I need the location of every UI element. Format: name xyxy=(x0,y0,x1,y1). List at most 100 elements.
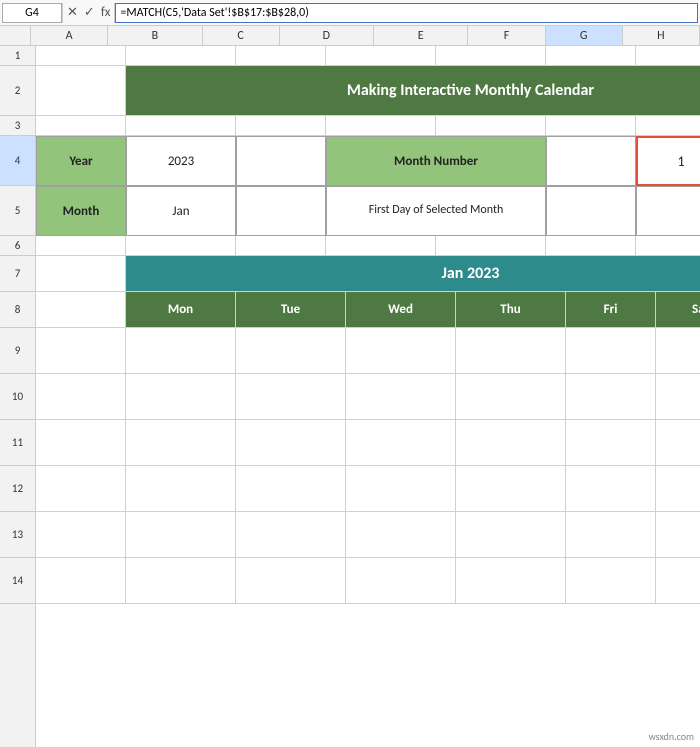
cal-cell-11-6[interactable] xyxy=(656,420,700,466)
cell-a14[interactable] xyxy=(36,558,126,604)
row-header-12[interactable]: 12 xyxy=(0,466,35,512)
cell-g6[interactable] xyxy=(636,236,700,256)
cell-e3[interactable] xyxy=(436,116,546,136)
row-header-5[interactable]: 5 xyxy=(0,186,35,236)
cal-cell-14-5[interactable] xyxy=(566,558,656,604)
cell-a8[interactable] xyxy=(36,292,126,328)
cal-cell-12-4[interactable] xyxy=(456,466,566,512)
col-header-f[interactable]: F xyxy=(468,26,545,45)
cal-cell-9-5[interactable] xyxy=(566,328,656,374)
function-icon[interactable]: fx xyxy=(101,5,111,20)
month-value-cell[interactable]: Jan xyxy=(126,186,236,236)
cal-cell-9-6[interactable] xyxy=(656,328,700,374)
col-header-b[interactable]: B xyxy=(108,26,202,45)
cell-f4[interactable] xyxy=(546,136,636,186)
cell-a1[interactable] xyxy=(36,46,126,66)
cal-cell-11-2[interactable] xyxy=(236,420,346,466)
cal-cell-14-6[interactable] xyxy=(656,558,700,604)
month-number-value-cell[interactable]: 1 ◄ xyxy=(636,136,700,186)
row-header-4[interactable]: 4 xyxy=(0,136,35,186)
cal-cell-13-5[interactable] xyxy=(566,512,656,558)
cell-a10[interactable] xyxy=(36,374,126,420)
cell-d3[interactable] xyxy=(326,116,436,136)
row-header-11[interactable]: 11 xyxy=(0,420,35,466)
cal-cell-10-3[interactable] xyxy=(346,374,456,420)
cal-cell-9-2[interactable] xyxy=(236,328,346,374)
cell-d1[interactable] xyxy=(326,46,436,66)
row-header-6[interactable]: 6 xyxy=(0,236,35,256)
cell-a6[interactable] xyxy=(36,236,126,256)
cell-c3[interactable] xyxy=(236,116,326,136)
cell-f3[interactable] xyxy=(546,116,636,136)
confirm-icon[interactable]: ✓ xyxy=(84,5,95,20)
cell-a3[interactable] xyxy=(36,116,126,136)
cell-a7[interactable] xyxy=(36,256,126,292)
cell-a2[interactable] xyxy=(36,66,126,116)
cell-g5[interactable] xyxy=(636,186,700,236)
cal-cell-11-1[interactable] xyxy=(126,420,236,466)
formula-input[interactable] xyxy=(115,3,698,23)
cell-g1[interactable] xyxy=(636,46,700,66)
cal-cell-13-1[interactable] xyxy=(126,512,236,558)
row-header-8[interactable]: 8 xyxy=(0,292,35,328)
cell-a13[interactable] xyxy=(36,512,126,558)
year-value-cell[interactable]: 2023 xyxy=(126,136,236,186)
cal-cell-11-4[interactable] xyxy=(456,420,566,466)
row-header-9[interactable]: 9 xyxy=(0,328,35,374)
cell-a11[interactable] xyxy=(36,420,126,466)
cal-cell-10-2[interactable] xyxy=(236,374,346,420)
cell-c6[interactable] xyxy=(236,236,326,256)
row-header-14[interactable]: 14 xyxy=(0,558,35,604)
cal-cell-12-3[interactable] xyxy=(346,466,456,512)
row-header-1[interactable]: 1 xyxy=(0,46,35,66)
row-header-13[interactable]: 13 xyxy=(0,512,35,558)
cal-cell-12-6[interactable] xyxy=(656,466,700,512)
cal-cell-13-6[interactable] xyxy=(656,512,700,558)
cal-cell-14-3[interactable] xyxy=(346,558,456,604)
cell-reference-box[interactable]: G4 xyxy=(2,3,62,23)
cell-b1[interactable] xyxy=(126,46,236,66)
col-header-g[interactable]: G xyxy=(546,26,623,45)
cell-c1[interactable] xyxy=(236,46,326,66)
row-header-3[interactable]: 3 xyxy=(0,116,35,136)
cal-cell-9-1[interactable] xyxy=(126,328,236,374)
cell-a12[interactable] xyxy=(36,466,126,512)
cell-e6[interactable] xyxy=(436,236,546,256)
cal-cell-10-5[interactable] xyxy=(566,374,656,420)
cell-b3[interactable] xyxy=(126,116,236,136)
row-header-10[interactable]: 10 xyxy=(0,374,35,420)
col-header-c[interactable]: C xyxy=(203,26,280,45)
cell-g3[interactable] xyxy=(636,116,700,136)
cal-cell-10-4[interactable] xyxy=(456,374,566,420)
cancel-icon[interactable]: ✕ xyxy=(67,5,78,20)
col-header-a[interactable]: A xyxy=(31,26,108,45)
cal-cell-9-3[interactable] xyxy=(346,328,456,374)
cal-cell-10-6[interactable] xyxy=(656,374,700,420)
cell-f1[interactable] xyxy=(546,46,636,66)
cell-e1[interactable] xyxy=(436,46,546,66)
cal-cell-11-5[interactable] xyxy=(566,420,656,466)
cell-a9[interactable] xyxy=(36,328,126,374)
cal-cell-9-4[interactable] xyxy=(456,328,566,374)
cell-c4[interactable] xyxy=(236,136,326,186)
col-header-d[interactable]: D xyxy=(280,26,374,45)
cal-cell-13-3[interactable] xyxy=(346,512,456,558)
cal-cell-12-2[interactable] xyxy=(236,466,346,512)
cell-c5[interactable] xyxy=(236,186,326,236)
cal-cell-13-4[interactable] xyxy=(456,512,566,558)
cal-cell-12-1[interactable] xyxy=(126,466,236,512)
col-header-h[interactable]: H xyxy=(623,26,700,45)
cal-cell-14-4[interactable] xyxy=(456,558,566,604)
row-header-7[interactable]: 7 xyxy=(0,256,35,292)
cell-b6[interactable] xyxy=(126,236,236,256)
row-header-2[interactable]: 2 xyxy=(0,66,35,116)
cell-f5[interactable] xyxy=(546,186,636,236)
cell-f6[interactable] xyxy=(546,236,636,256)
cal-cell-10-1[interactable] xyxy=(126,374,236,420)
cal-cell-11-3[interactable] xyxy=(346,420,456,466)
cal-cell-14-2[interactable] xyxy=(236,558,346,604)
cal-cell-12-5[interactable] xyxy=(566,466,656,512)
cell-d6[interactable] xyxy=(326,236,436,256)
col-header-e[interactable]: E xyxy=(374,26,468,45)
cal-cell-13-2[interactable] xyxy=(236,512,346,558)
